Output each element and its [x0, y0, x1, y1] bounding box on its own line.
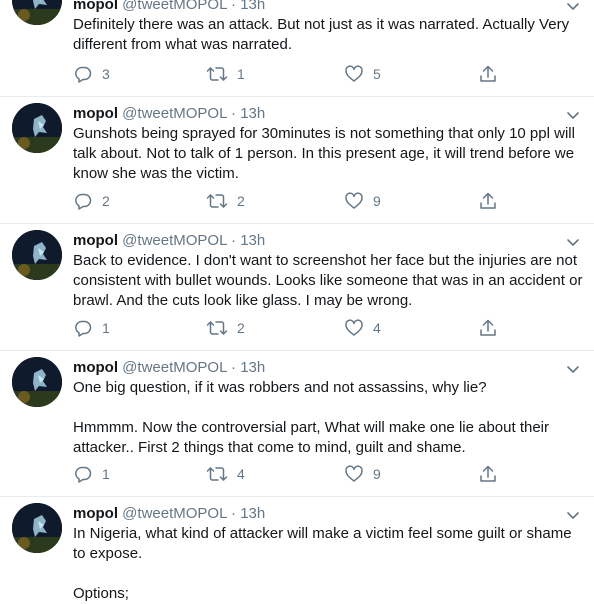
tweet-header: mopol @tweetMOPOL · 13h — [73, 232, 265, 250]
tweet-header: mopol @tweetMOPOL · 13h — [73, 359, 265, 377]
avatar-image — [12, 503, 62, 553]
tweet-header: mopol @tweetMOPOL · 13h — [73, 505, 265, 523]
share-button[interactable] — [478, 64, 498, 84]
timestamp[interactable]: 13h — [240, 505, 265, 522]
avatar-image — [12, 357, 62, 407]
reply-icon — [75, 320, 92, 337]
retweet-button[interactable]: 2 — [206, 191, 245, 211]
retweet-icon — [206, 194, 228, 208]
tweet-divider — [0, 350, 594, 351]
share-icon — [480, 465, 496, 482]
retweet-count: 1 — [237, 66, 245, 82]
separator-dot: · — [231, 0, 237, 13]
display-name[interactable]: mopol — [73, 0, 118, 13]
user-handle[interactable]: @tweetMOPOL — [122, 505, 227, 522]
avatar[interactable] — [12, 103, 62, 153]
share-icon — [480, 192, 496, 209]
avatar[interactable] — [12, 230, 62, 280]
reply-count: 1 — [102, 320, 110, 336]
avatar[interactable] — [12, 357, 62, 407]
tweet-header: mopol @tweetMOPOL · 13h — [73, 105, 265, 123]
reply-button[interactable]: 3 — [73, 64, 110, 84]
separator-dot: · — [231, 232, 237, 249]
like-button[interactable]: 9 — [344, 191, 381, 211]
chevron-down-icon[interactable] — [566, 0, 580, 10]
share-icon — [480, 319, 496, 336]
retweet-icon — [206, 67, 228, 81]
reply-icon — [75, 193, 92, 210]
separator-dot: · — [231, 105, 237, 122]
like-count: 9 — [373, 466, 381, 482]
tweet-text: One big question, if it was robbers and … — [73, 379, 550, 456]
tweet-divider — [0, 223, 594, 224]
avatar-image — [12, 230, 62, 280]
display-name[interactable]: mopol — [73, 232, 118, 249]
like-count: 4 — [373, 320, 381, 336]
reply-button[interactable]: 1 — [73, 318, 110, 338]
timestamp[interactable]: 13h — [240, 232, 265, 249]
like-icon — [345, 65, 363, 82]
reply-count: 3 — [102, 66, 110, 82]
share-button[interactable] — [478, 191, 498, 211]
reply-button[interactable]: 2 — [73, 191, 110, 211]
user-handle[interactable]: @tweetMOPOL — [122, 232, 227, 249]
like-count: 9 — [373, 193, 381, 209]
user-handle[interactable]: @tweetMOPOL — [122, 105, 227, 122]
reply-icon — [75, 66, 92, 83]
like-button[interactable]: 9 — [344, 464, 381, 484]
share-button[interactable] — [478, 318, 498, 338]
display-name[interactable]: mopol — [73, 359, 118, 376]
timestamp[interactable]: 13h — [240, 0, 265, 13]
separator-dot: · — [231, 505, 237, 522]
reply-count: 1 — [102, 466, 110, 482]
retweet-count: 2 — [237, 193, 245, 209]
retweet-button[interactable]: 2 — [206, 318, 245, 338]
chevron-down-icon[interactable] — [566, 362, 580, 373]
like-button[interactable]: 5 — [344, 64, 381, 84]
retweet-count: 4 — [237, 466, 245, 482]
share-button[interactable] — [478, 464, 498, 484]
chevron-down-icon[interactable] — [566, 235, 580, 246]
like-icon — [345, 319, 363, 336]
user-handle[interactable]: @tweetMOPOL — [122, 0, 227, 13]
tweet-text: Back to evidence. I don't want to screen… — [73, 252, 583, 309]
reply-count: 2 — [102, 193, 110, 209]
chevron-down-icon[interactable] — [566, 508, 580, 519]
reply-icon — [75, 466, 92, 483]
retweet-icon — [206, 467, 228, 481]
user-handle[interactable]: @tweetMOPOL — [122, 359, 227, 376]
retweet-count: 2 — [237, 320, 245, 336]
tweet-text: Definitely there was an attack. But not … — [73, 16, 570, 53]
chevron-down-icon[interactable] — [566, 108, 580, 119]
avatar-image — [12, 103, 62, 153]
tweet-divider — [0, 496, 594, 497]
display-name[interactable]: mopol — [73, 505, 118, 522]
reply-button[interactable]: 1 — [73, 464, 110, 484]
tweet-text: Gunshots being sprayed for 30minutes is … — [73, 125, 575, 182]
display-name[interactable]: mopol — [73, 105, 118, 122]
timestamp[interactable]: 13h — [240, 105, 265, 122]
avatar-image — [12, 0, 62, 25]
tweet-divider — [0, 96, 594, 97]
tweet-header: mopol @tweetMOPOL · 13h — [73, 0, 265, 14]
share-icon — [480, 65, 496, 82]
like-count: 5 — [373, 66, 381, 82]
separator-dot: · — [231, 359, 237, 376]
retweet-icon — [206, 321, 228, 335]
avatar[interactable] — [12, 503, 62, 553]
retweet-button[interactable]: 1 — [206, 64, 245, 84]
timestamp[interactable]: 13h — [240, 359, 265, 376]
tweet-text: In Nigeria, what kind of attacker will m… — [73, 525, 572, 602]
retweet-button[interactable]: 4 — [206, 464, 245, 484]
like-button[interactable]: 4 — [344, 318, 381, 338]
like-icon — [345, 192, 363, 209]
avatar[interactable] — [12, 0, 62, 25]
like-icon — [345, 465, 363, 482]
